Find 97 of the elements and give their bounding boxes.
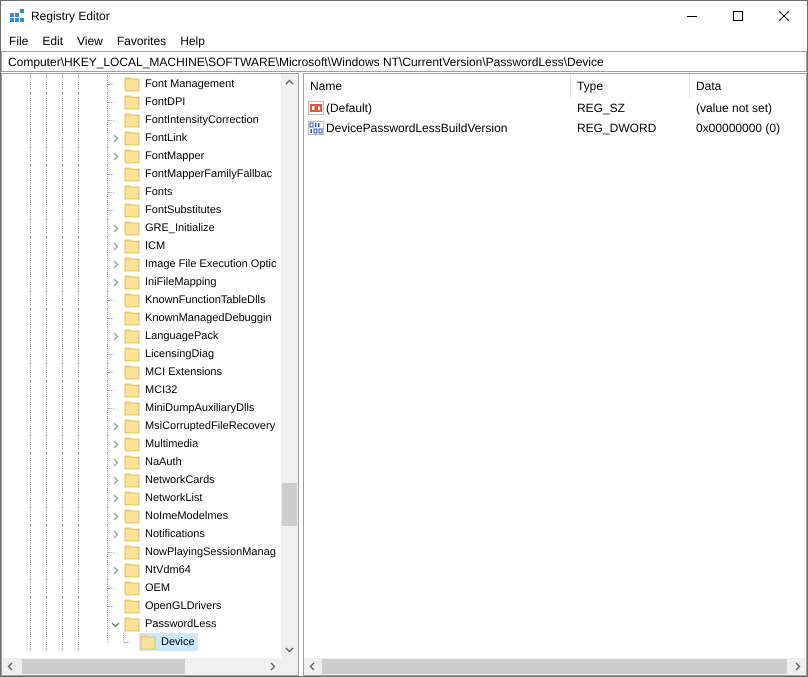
scroll-right-icon[interactable] — [793, 662, 802, 671]
tree-item[interactable]: FontSubstitutes — [123, 201, 224, 219]
tree-item[interactable]: NetworkList — [123, 489, 206, 507]
tree-item[interactable]: PasswordLess — [123, 615, 220, 633]
folder-icon — [124, 364, 140, 380]
folder-icon — [124, 112, 140, 128]
tree-item[interactable]: Device — [139, 633, 198, 651]
scrollbar-thumb[interactable] — [22, 659, 185, 674]
folder-icon — [124, 544, 140, 560]
folder-icon — [124, 76, 140, 92]
folder-icon — [124, 580, 140, 596]
menu-item[interactable]: Favorites — [110, 32, 174, 50]
folder-icon — [124, 508, 140, 524]
scrollbar-thumb[interactable] — [322, 659, 787, 674]
value-type: REG_DWORD — [576, 120, 658, 137]
address-bar[interactable]: Computer\HKEY_LOCAL_MACHINE\SOFTWARE\Microsoft\Windows NT\CurrentVersion\PasswordLess\Device — [1, 51, 807, 72]
tree-item[interactable]: IniFileMapping — [123, 273, 220, 291]
tree-item[interactable]: KnownFunctionTableDlls — [123, 291, 268, 309]
tree-item[interactable]: MCI Extensions — [123, 363, 226, 381]
tree-item[interactable]: OEM — [123, 579, 174, 597]
scroll-left-icon[interactable] — [6, 662, 15, 671]
folder-icon — [124, 472, 140, 488]
folder-icon — [124, 166, 140, 182]
value-name[interactable]: DevicePasswordLessBuildVersion — [324, 119, 508, 137]
tree-item[interactable]: MsiCorruptedFileRecovery — [123, 417, 278, 435]
value-name[interactable]: (Default) — [324, 99, 372, 117]
registry-icon — [9, 8, 25, 24]
scrollbar-thumb[interactable] — [282, 483, 297, 526]
tree-item[interactable]: NowPlayingSessionManag — [123, 543, 279, 561]
tree-item[interactable]: FontIntensityCorrection — [123, 111, 262, 129]
folder-icon — [124, 436, 140, 452]
scroll-up-icon[interactable] — [285, 78, 294, 87]
column-header[interactable]: Type — [571, 74, 690, 98]
folder-icon — [124, 256, 140, 272]
scroll-left-icon[interactable] — [308, 662, 317, 671]
value-type: REG_SZ — [576, 100, 626, 117]
tree-item[interactable]: OpenGLDrivers — [123, 597, 224, 615]
close-icon — [779, 11, 789, 21]
folder-icon — [124, 490, 140, 506]
folder-icon — [124, 400, 140, 416]
tree-item[interactable]: GRE_Initialize — [123, 219, 218, 237]
tree-item[interactable]: NaAuth — [123, 453, 185, 471]
folder-icon — [124, 220, 140, 236]
tree-item[interactable]: NetworkCards — [123, 471, 218, 489]
folder-icon — [124, 616, 140, 632]
horizontal-scrollbar[interactable] — [304, 658, 806, 675]
folder-icon — [124, 292, 140, 308]
folder-icon — [124, 382, 140, 398]
folder-icon — [124, 274, 140, 290]
tree-item[interactable]: FontMapperFamilyFallbac — [123, 165, 276, 183]
tree-item[interactable]: ICM — [123, 237, 168, 255]
tree-item[interactable]: LanguagePack — [123, 327, 222, 345]
tree-item[interactable]: Multimedia — [123, 435, 202, 453]
tree-item[interactable]: MiniDumpAuxiliaryDlls — [123, 399, 258, 417]
folder-icon — [124, 130, 140, 146]
folder-icon — [124, 598, 140, 614]
folder-icon — [124, 562, 140, 578]
tree-item[interactable]: Image File Execution Optic — [123, 255, 280, 273]
folder-icon — [124, 328, 140, 344]
tree-item[interactable]: Notifications — [123, 525, 208, 543]
column-header[interactable]: Data — [690, 74, 806, 98]
window-title: Registry Editor — [31, 8, 110, 25]
folder-icon — [124, 202, 140, 218]
folder-icon — [124, 454, 140, 470]
value-data: (value not set) — [695, 100, 772, 117]
horizontal-scrollbar[interactable] — [2, 658, 281, 675]
tree-item[interactable]: NoImeModelmes — [123, 507, 232, 525]
vertical-scrollbar[interactable] — [281, 74, 298, 658]
tree-item[interactable]: LicensingDiag — [123, 345, 218, 363]
value-data: 0x00000000 (0) — [695, 120, 780, 137]
folder-icon — [124, 148, 140, 164]
tree-item[interactable]: Font Management — [123, 75, 238, 93]
menu-item[interactable]: View — [70, 32, 110, 50]
tree-item[interactable]: NtVdm64 — [123, 561, 194, 579]
scroll-right-icon[interactable] — [268, 662, 277, 671]
binary-value-icon — [308, 120, 324, 136]
tree-item[interactable]: FontDPI — [123, 93, 188, 111]
menu-item[interactable]: File — [2, 32, 36, 50]
folder-icon — [124, 418, 140, 434]
scroll-down-icon[interactable] — [285, 645, 294, 654]
tree-item[interactable]: Fonts — [123, 183, 176, 201]
tree-item[interactable]: MCI32 — [123, 381, 180, 399]
folder-icon — [124, 310, 140, 326]
folder-icon — [124, 94, 140, 110]
tree-item[interactable]: FontMapper — [123, 147, 208, 165]
folder-icon — [124, 526, 140, 542]
tree-item[interactable]: FontLink — [123, 129, 190, 147]
string-value-icon — [308, 100, 324, 116]
maximize-icon — [733, 11, 743, 21]
menu-item[interactable]: Help — [173, 32, 212, 50]
folder-icon — [124, 184, 140, 200]
folder-icon — [124, 238, 140, 254]
column-header[interactable]: Name — [304, 74, 571, 98]
tree-item[interactable]: KnownManagedDebuggin — [123, 309, 275, 327]
menu-item[interactable]: Edit — [35, 32, 70, 50]
folder-icon — [124, 346, 140, 362]
folder-icon — [140, 634, 156, 650]
